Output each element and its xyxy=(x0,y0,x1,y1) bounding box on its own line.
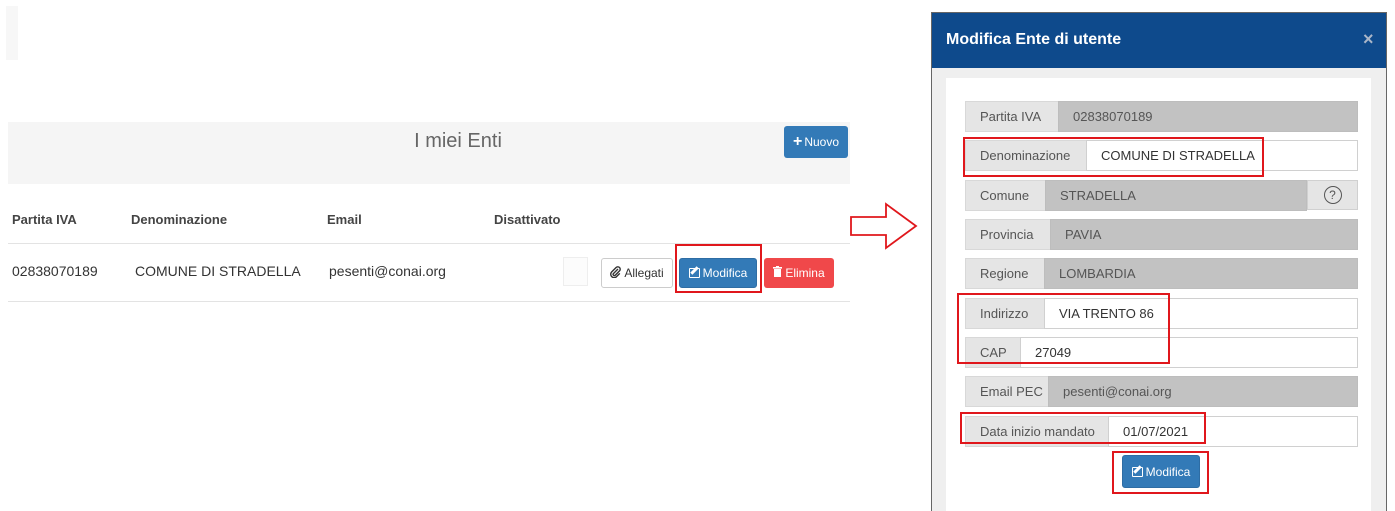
page-title: I miei Enti xyxy=(414,130,502,152)
column-header-email: Email xyxy=(327,212,362,227)
elimina-label: Elimina xyxy=(785,266,825,280)
column-header-denominazione: Denominazione xyxy=(131,212,228,227)
highlight-denominazione xyxy=(963,137,1264,177)
field-comune: Comune STRADELLA xyxy=(965,180,1307,211)
highlight-indirizzo-cap xyxy=(957,293,1170,364)
field-label: Regione xyxy=(965,258,1045,289)
cell-partita-iva: 02838070189 xyxy=(12,263,98,279)
cell-email: pesenti@conai.org xyxy=(329,263,446,279)
field-provincia: Provincia PAVIA xyxy=(965,219,1358,250)
allegati-label: Allegati xyxy=(624,266,664,280)
field-label: Partita IVA xyxy=(965,101,1059,132)
regione-field: LOMBARDIA xyxy=(1044,258,1358,289)
highlight-data-inizio xyxy=(960,412,1206,444)
email-pec-field: pesenti@conai.org xyxy=(1048,376,1358,407)
allegati-button[interactable]: Allegati xyxy=(601,258,673,288)
partita-iva-field: 02838070189 xyxy=(1058,101,1358,132)
column-header-disattivato: Disattivato xyxy=(494,212,561,227)
question-icon: ? xyxy=(1323,186,1342,204)
cell-denominazione: COMUNE DI STRADELLA xyxy=(135,263,301,279)
paperclip-icon xyxy=(610,265,622,281)
table-divider xyxy=(8,301,850,302)
modal-title: Modifica Ente di utente xyxy=(946,31,1122,48)
new-button[interactable]: + Nuovo xyxy=(784,126,848,158)
plus-icon: + xyxy=(792,133,803,150)
field-partita-iva: Partita IVA 02838070189 xyxy=(965,101,1358,132)
comune-field: STRADELLA xyxy=(1045,180,1307,211)
trash-icon xyxy=(773,266,783,280)
top-bar-fragment xyxy=(6,6,18,60)
field-label: Comune xyxy=(965,180,1046,211)
new-button-label: Nuovo xyxy=(804,135,840,149)
disattivato-checkbox[interactable] xyxy=(563,257,588,286)
elimina-button[interactable]: Elimina xyxy=(764,258,834,288)
highlight-modal-modifica xyxy=(1112,451,1209,494)
field-label: Email PEC xyxy=(965,376,1049,407)
field-label: Provincia xyxy=(965,219,1051,250)
field-email-pec: Email PEC pesenti@conai.org xyxy=(965,376,1358,407)
provincia-field: PAVIA xyxy=(1050,219,1358,250)
highlight-modifica-button xyxy=(675,244,762,293)
close-icon[interactable]: × xyxy=(1363,29,1374,50)
right-arrow-icon xyxy=(850,202,918,250)
comune-help-button[interactable]: ? xyxy=(1307,180,1358,210)
column-header-partita-iva: Partita IVA xyxy=(12,212,77,227)
field-regione: Regione LOMBARDIA xyxy=(965,258,1358,289)
